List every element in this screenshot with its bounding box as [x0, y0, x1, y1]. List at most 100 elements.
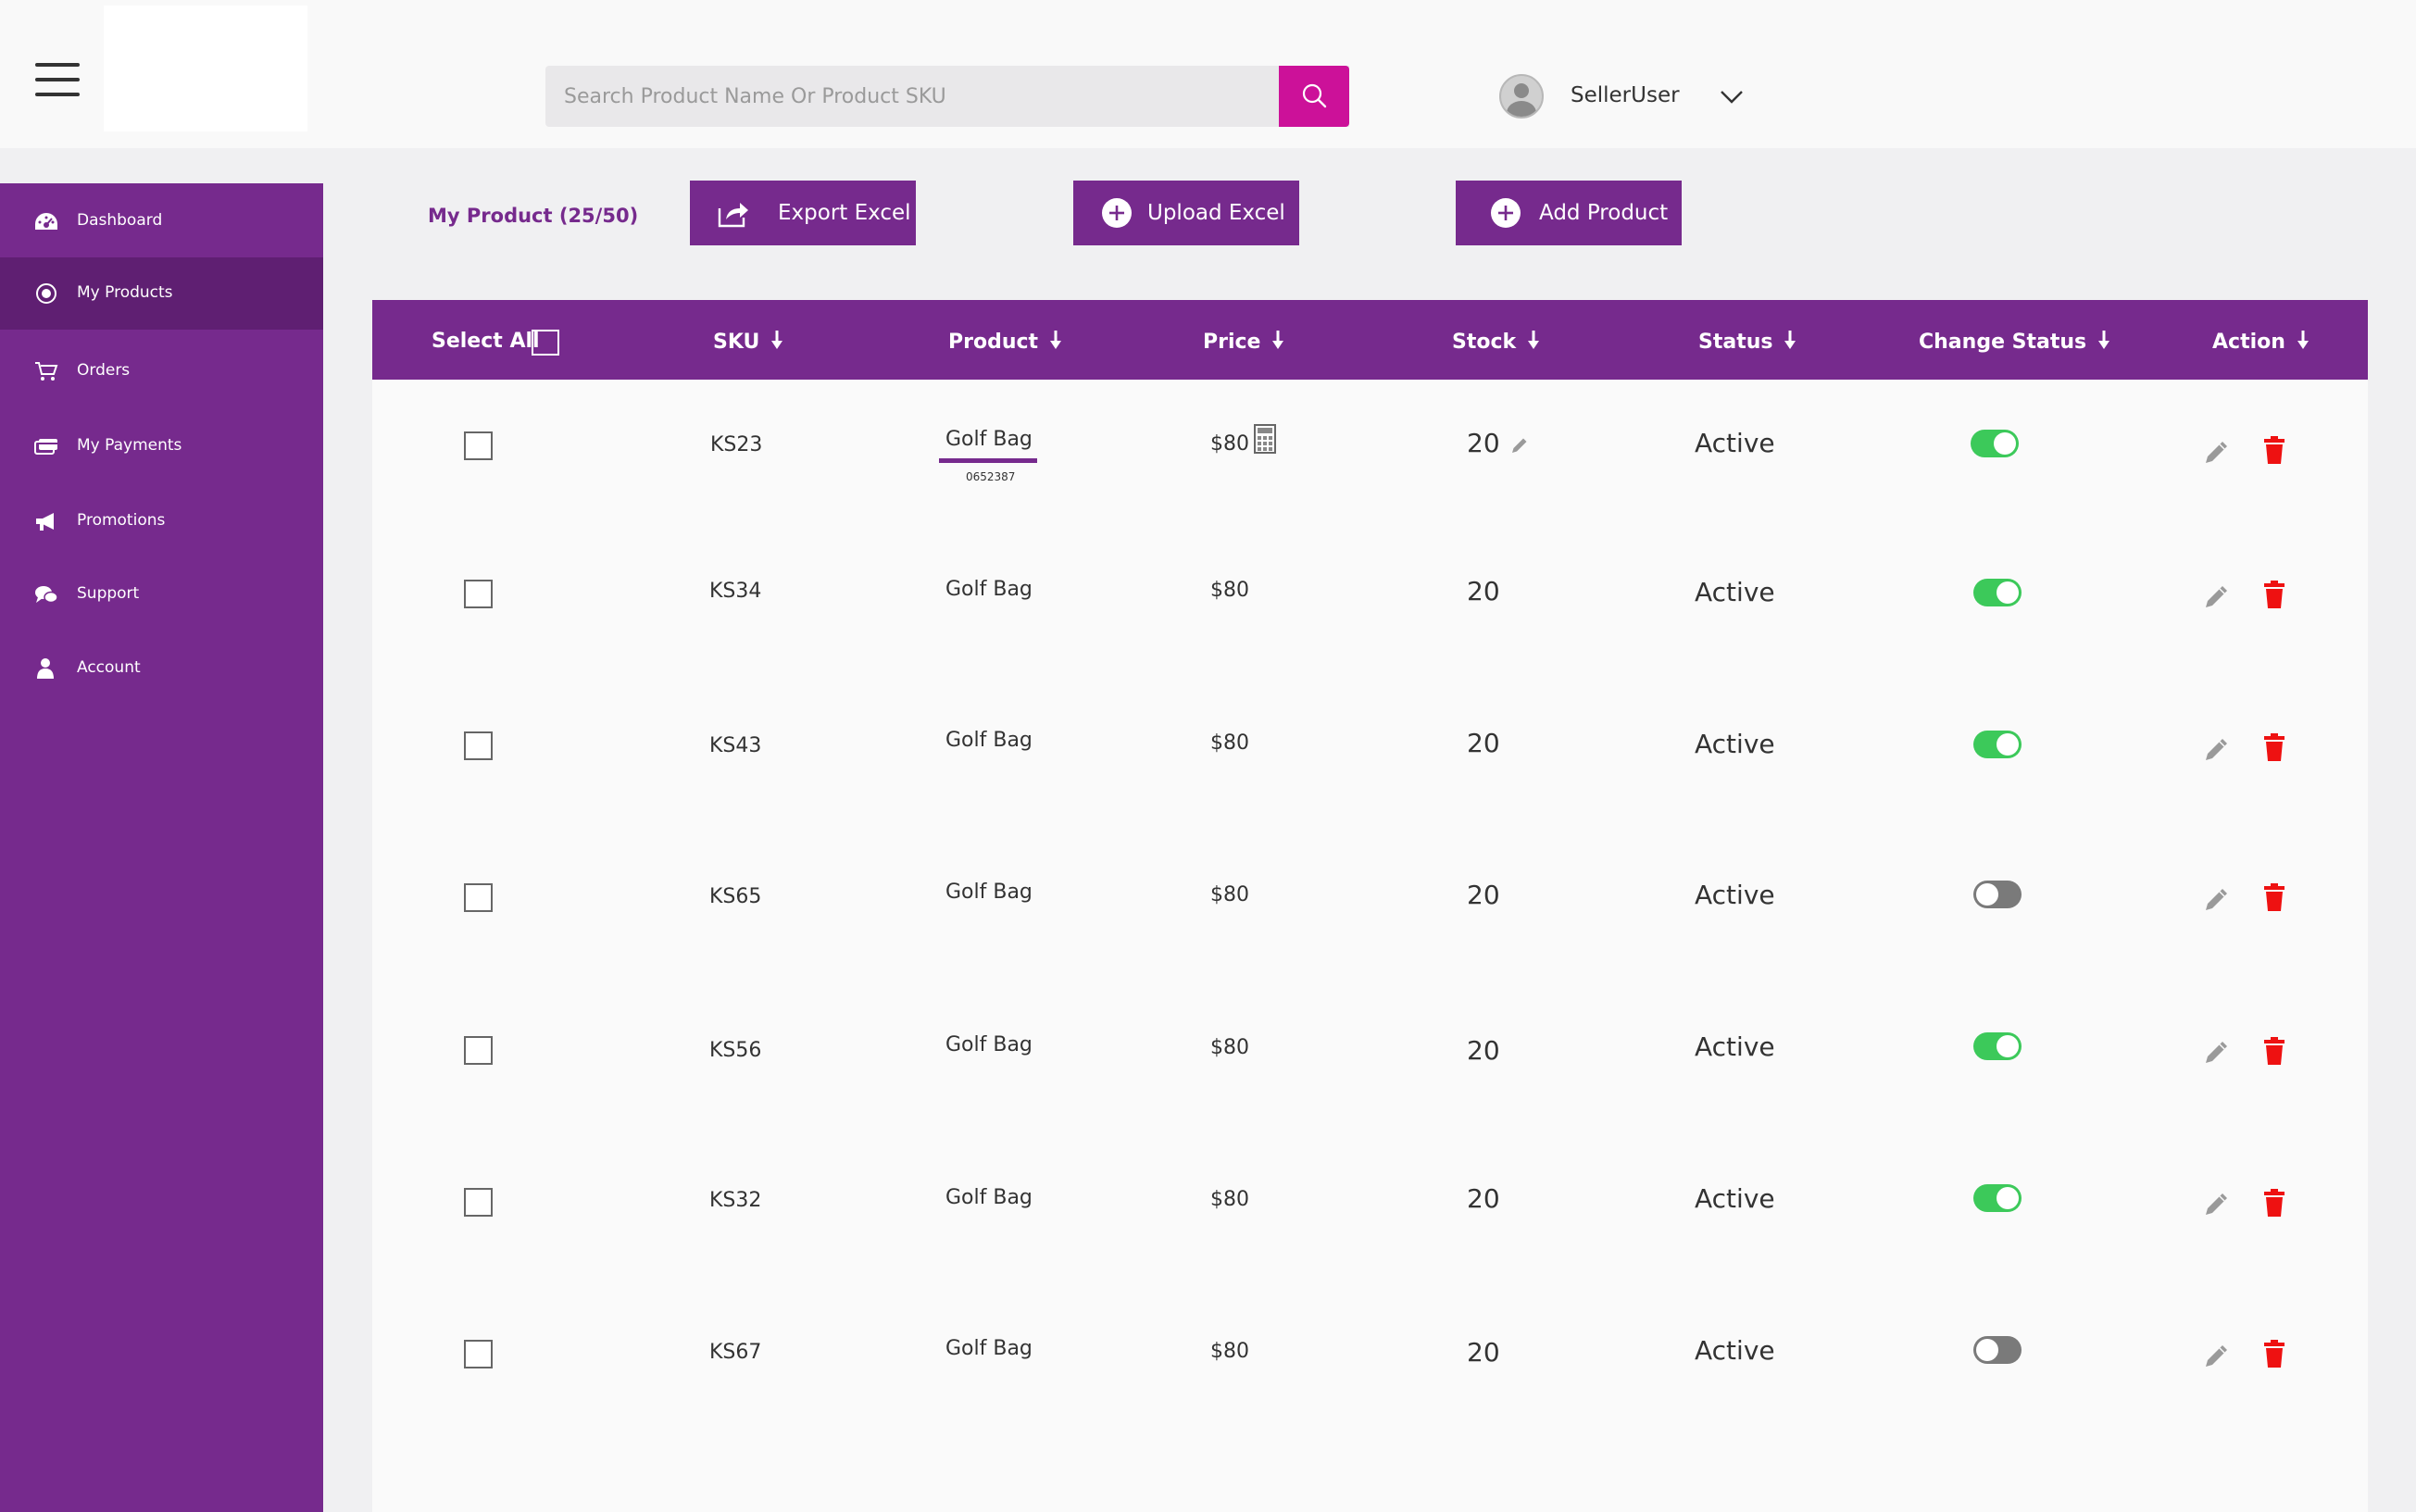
header-product[interactable]: Product: [948, 330, 1062, 354]
sku-cell: KS67: [709, 1341, 762, 1364]
search-icon: [1302, 83, 1327, 108]
product-code: 0652387: [966, 470, 1016, 483]
delete-icon[interactable]: [2262, 732, 2286, 762]
delete-icon[interactable]: [2262, 435, 2286, 465]
row-checkbox[interactable]: [464, 883, 493, 912]
header-sku[interactable]: SKU: [713, 330, 783, 354]
delete-icon[interactable]: [2262, 1339, 2286, 1368]
product-count-title: My Product (25/50): [428, 205, 639, 227]
sidebar-item-label: My Products: [77, 283, 173, 302]
export-excel-button[interactable]: Export Excel: [690, 181, 916, 245]
upload-excel-label: Upload Excel: [1147, 201, 1285, 225]
stock-cell: 20: [1467, 428, 1500, 458]
row-checkbox[interactable]: [464, 580, 493, 608]
sort-arrow-icon: [1528, 331, 1540, 349]
table-header: Select All SKU Product Price Stock Statu…: [372, 300, 2368, 380]
upload-excel-button[interactable]: Upload Excel: [1073, 181, 1299, 245]
stock-cell: 20: [1467, 1035, 1500, 1066]
sidebar: Dashboard My Products Orders My Payments…: [0, 183, 323, 1512]
header-action[interactable]: Action: [2212, 330, 2310, 354]
product-cell[interactable]: Golf Bag: [945, 881, 1033, 904]
product-cell[interactable]: Golf Bag: [945, 1033, 1033, 1056]
chevron-down-icon[interactable]: [1719, 89, 1745, 106]
search-input[interactable]: [545, 66, 1277, 127]
sidebar-item-my-payments[interactable]: My Payments: [0, 410, 323, 482]
search-button[interactable]: [1279, 66, 1349, 127]
sort-arrow-icon: [1050, 331, 1062, 349]
status-toggle[interactable]: [1973, 579, 2022, 606]
edit-icon[interactable]: [2202, 437, 2232, 467]
delete-icon[interactable]: [2262, 580, 2286, 609]
sort-arrow-icon: [771, 331, 783, 349]
sidebar-item-support[interactable]: Support: [0, 558, 323, 631]
cart-icon: [35, 362, 58, 381]
header-change-status-label: Change Status: [1919, 331, 2087, 354]
user-icon: [37, 658, 54, 679]
delete-icon[interactable]: [2262, 882, 2286, 912]
sku-cell: KS23: [710, 433, 763, 456]
sidebar-item-label: Dashboard: [77, 211, 163, 230]
sidebar-item-account[interactable]: Account: [0, 632, 323, 705]
table-row: KS65 Golf Bag $80 20 Active: [372, 831, 2368, 980]
header-action-label: Action: [2212, 331, 2285, 354]
sku-cell: KS43: [709, 734, 762, 757]
calculator-icon[interactable]: [1254, 424, 1276, 454]
delete-icon[interactable]: [2262, 1188, 2286, 1218]
price-cell: $80: [1210, 1340, 1249, 1363]
status-cell: Active: [1695, 1335, 1775, 1366]
price-cell: $80: [1210, 432, 1249, 456]
status-cell: Active: [1695, 428, 1775, 458]
status-cell: Active: [1695, 1031, 1775, 1062]
avatar[interactable]: [1499, 74, 1544, 119]
sidebar-item-orders[interactable]: Orders: [0, 335, 323, 407]
header-select-all: Select All: [432, 330, 540, 353]
status-cell: Active: [1695, 1183, 1775, 1214]
delete-icon[interactable]: [2262, 1036, 2286, 1066]
sort-arrow-icon: [2098, 331, 2110, 349]
edit-icon[interactable]: [2202, 1037, 2232, 1067]
edit-icon[interactable]: [2202, 734, 2232, 764]
header-price[interactable]: Price: [1203, 330, 1284, 354]
hamburger-menu-icon[interactable]: [35, 63, 80, 96]
header-change-status[interactable]: Change Status: [1919, 330, 2110, 354]
product-cell[interactable]: Golf Bag: [945, 578, 1033, 601]
sidebar-item-promotions[interactable]: Promotions: [0, 485, 323, 557]
status-toggle[interactable]: [1973, 1032, 2022, 1060]
status-toggle[interactable]: [1973, 1336, 2022, 1364]
price-cell: $80: [1210, 1036, 1249, 1059]
sort-arrow-icon: [1784, 331, 1796, 349]
product-cell[interactable]: Golf Bag: [945, 729, 1033, 752]
header-status[interactable]: Status: [1698, 330, 1796, 354]
row-checkbox[interactable]: [464, 1188, 493, 1217]
edit-icon[interactable]: [2202, 1341, 2232, 1370]
row-checkbox[interactable]: [464, 431, 493, 460]
status-toggle[interactable]: [1973, 731, 2022, 758]
sku-cell: KS34: [709, 580, 762, 603]
edit-icon[interactable]: [2202, 884, 2232, 914]
edit-icon[interactable]: [2202, 1189, 2232, 1218]
status-toggle[interactable]: [1971, 430, 2019, 457]
edit-stock-icon[interactable]: [1509, 435, 1530, 456]
header-stock[interactable]: Stock: [1452, 330, 1540, 354]
select-all-checkbox[interactable]: [532, 330, 559, 356]
logo-placeholder: [104, 6, 307, 131]
status-cell: Active: [1695, 880, 1775, 910]
product-cell[interactable]: Golf Bag: [945, 1186, 1033, 1209]
edit-icon[interactable]: [2202, 581, 2232, 611]
user-name[interactable]: SellerUser: [1571, 83, 1680, 107]
sidebar-item-dashboard[interactable]: Dashboard: [0, 185, 323, 257]
row-checkbox[interactable]: [464, 731, 493, 760]
search-box: [545, 66, 1349, 127]
add-product-label: Add Product: [1539, 201, 1669, 225]
status-toggle[interactable]: [1973, 1184, 2022, 1212]
product-cell[interactable]: Golf Bag: [945, 1337, 1033, 1360]
sidebar-item-my-products[interactable]: My Products: [0, 257, 323, 330]
price-cell: $80: [1210, 731, 1249, 755]
add-product-button[interactable]: Add Product: [1456, 181, 1682, 245]
header-product-label: Product: [948, 331, 1039, 354]
sidebar-item-label: Account: [77, 658, 141, 677]
row-checkbox[interactable]: [464, 1036, 493, 1065]
status-toggle[interactable]: [1973, 881, 2022, 908]
row-checkbox[interactable]: [464, 1340, 493, 1368]
product-cell[interactable]: Golf Bag: [945, 428, 1033, 451]
